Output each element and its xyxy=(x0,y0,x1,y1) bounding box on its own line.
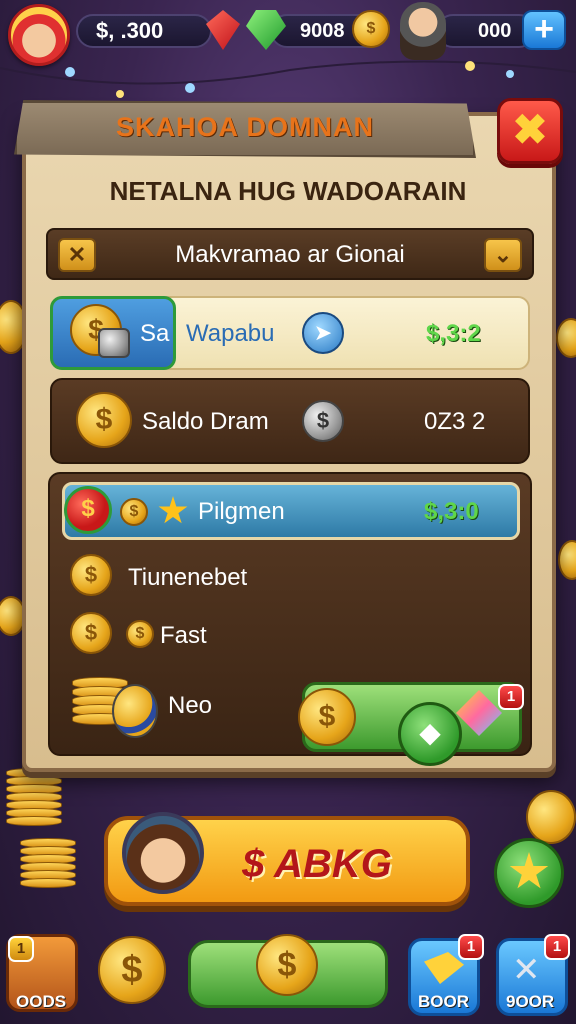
silver-coin-icon: $ xyxy=(302,400,344,442)
chevron-down-icon[interactable]: ⌄ xyxy=(484,238,522,272)
coin-icon: $ xyxy=(70,612,112,654)
row-label: Fast xyxy=(160,622,207,649)
coin-icon: $ xyxy=(256,934,318,996)
row-value: $,3:2 xyxy=(426,320,481,347)
coin-icon: $ xyxy=(352,10,390,48)
dollar-badge-icon: $ xyxy=(64,486,112,534)
tools-icon: ✕ xyxy=(512,951,541,989)
gold-amount: $, .300 xyxy=(96,18,164,43)
coin-icon: $ xyxy=(126,620,154,648)
background-coin xyxy=(558,540,576,580)
dropdown-label: Makvramao ar Gionai xyxy=(175,241,405,268)
notification-badge: 1 xyxy=(458,934,484,960)
row-value: $,3:0 xyxy=(424,498,479,525)
row-label: Wapabu xyxy=(186,320,275,347)
background-coin-stack xyxy=(6,768,62,826)
notification-badge: 1 xyxy=(8,936,34,962)
option-dropdown[interactable]: ✕ Makvramao ar Gionai ⌄ xyxy=(46,228,534,280)
nav-shop-label: BOOR xyxy=(418,992,469,1011)
add-currency-button[interactable]: + xyxy=(522,10,566,50)
background-coin xyxy=(556,318,576,358)
row-label: Neo xyxy=(168,692,213,719)
background-coin xyxy=(526,790,576,844)
gem-amount: 9008 xyxy=(300,20,345,42)
tab-label: Sa xyxy=(140,320,170,347)
row-label: Tiunenebet xyxy=(128,564,248,591)
nav-tools-label: 9OOR xyxy=(506,992,555,1011)
red-gem-icon xyxy=(206,10,240,50)
character-avatar xyxy=(122,812,204,894)
premium-counter: 000 xyxy=(436,14,536,48)
coin-shop-icon[interactable]: $ xyxy=(98,936,166,1004)
gold-counter: $, .300 xyxy=(76,14,212,48)
close-button[interactable]: ✖ xyxy=(497,98,563,164)
row-value: 0Z3 2 xyxy=(424,408,486,435)
panel-title: SKAHOA DOMNAN xyxy=(116,112,374,142)
coin-icon: $ xyxy=(70,554,112,596)
row-label: Pilgmen xyxy=(198,498,285,525)
coin-icon: $ xyxy=(120,498,148,526)
notification-badge: 1 xyxy=(544,934,570,960)
player-avatar[interactable] xyxy=(8,4,70,66)
top-bar: $, .300 9008 $ 000 + xyxy=(0,0,576,66)
premium-amount: 000 xyxy=(478,20,512,42)
friend-avatar[interactable] xyxy=(400,2,446,60)
bucket-icon xyxy=(98,328,130,358)
coin-icon xyxy=(112,684,158,738)
nav-goods-label: OODS xyxy=(16,992,67,1011)
background-coin-stack xyxy=(20,838,76,888)
coin-icon: $ xyxy=(298,688,356,746)
play-icon[interactable]: ◆ xyxy=(398,702,462,766)
row-label: Saldo Dram xyxy=(142,408,269,435)
coin-icon: $ xyxy=(76,392,132,448)
notification-badge: 1 xyxy=(498,684,524,710)
send-icon[interactable]: ➤ xyxy=(302,312,344,354)
panel-subtitle: NETALNA HUG WADOARAIN xyxy=(109,176,467,206)
